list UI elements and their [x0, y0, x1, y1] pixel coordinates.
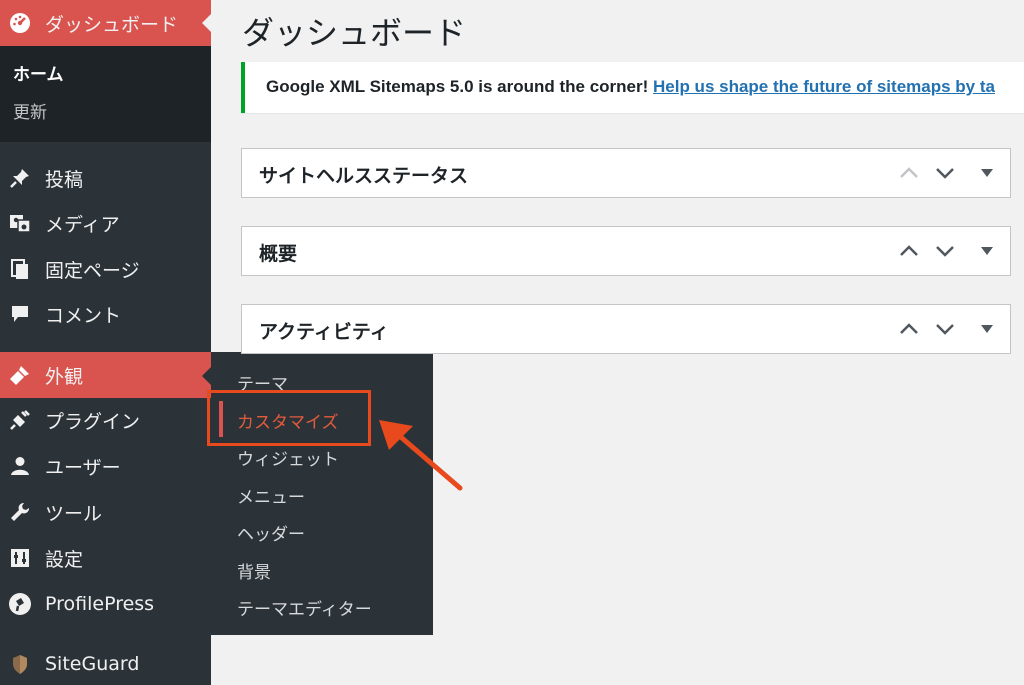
sidebar-item-label: 外観 [45, 365, 84, 388]
sidebar-item-siteguard[interactable]: SiteGuard [0, 642, 211, 685]
submenu-item-update[interactable]: 更新 [13, 98, 47, 123]
notice-link[interactable]: Help us shape the future of sitemaps by … [653, 77, 995, 96]
submenu-item-home[interactable]: ホーム [13, 60, 64, 85]
sidebar-item-posts[interactable]: 投稿 [0, 156, 211, 200]
sidebar-item-users[interactable]: ユーザー [0, 444, 211, 488]
siteguard-icon [8, 652, 32, 676]
highlight-box [207, 390, 371, 446]
flyout-item-header[interactable]: ヘッダー [237, 520, 305, 545]
brush-icon [8, 363, 32, 387]
sidebar-item-plugins[interactable]: プラグイン [0, 398, 211, 442]
postbox-title: 概要 [259, 243, 298, 265]
flyout-item-menus[interactable]: メニュー [237, 483, 305, 508]
notice-message: Google XML Sitemaps 5.0 is around the co… [266, 77, 653, 96]
sidebar-item-label: ユーザー [45, 456, 121, 479]
profilepress-icon [8, 592, 32, 616]
pages-icon [8, 257, 32, 281]
sidebar-item-media[interactable]: メディア [0, 201, 211, 245]
notice-text: Google XML Sitemaps 5.0 is around the co… [266, 77, 995, 97]
postbox-site-health: サイトヘルスステータス [241, 148, 1011, 198]
postbox-activity: アクティビティ [241, 304, 1011, 354]
dashboard-submenu: ホーム 更新 [0, 46, 211, 142]
annotation-arrow [379, 420, 463, 491]
sidebar-item-label: メディア [45, 213, 120, 236]
postbox-title: サイトヘルスステータス [259, 165, 469, 187]
sidebar-item-label: ProfilePress [45, 593, 155, 615]
flyout-item-theme-editor[interactable]: テーマエディター [237, 595, 372, 620]
settings-icon [8, 546, 32, 570]
chevron-up-icon[interactable] [898, 162, 920, 184]
sidebar-item-profilepress[interactable]: ProfilePress [0, 582, 211, 626]
chevron-up-icon[interactable] [898, 240, 920, 262]
user-icon [8, 454, 32, 478]
sidebar-item-pages[interactable]: 固定ページ [0, 247, 211, 291]
plugin-icon [8, 408, 32, 432]
sidebar-item-label: 投稿 [45, 168, 84, 191]
chevron-up-icon[interactable] [898, 318, 920, 340]
flyout-item-widgets[interactable]: ウィジェット [237, 445, 339, 470]
sidebar-item-comments[interactable]: コメント [0, 292, 211, 336]
toggle-panel-icon[interactable] [976, 240, 998, 262]
sidebar-item-label: 固定ページ [45, 259, 140, 282]
sidebar-item-tools[interactable]: ツール [0, 490, 211, 534]
pin-icon [8, 166, 32, 190]
sidebar-item-label: ダッシュボード [45, 13, 179, 36]
sidebar-item-appearance[interactable]: 外観 [0, 352, 211, 398]
postbox-overview: 概要 [241, 226, 1011, 276]
current-indicator [202, 14, 211, 32]
comment-icon [8, 302, 32, 326]
flyout-pointer [202, 367, 211, 385]
postbox-title: アクティビティ [259, 321, 389, 343]
sidebar-item-dashboard[interactable]: ダッシュボード [0, 0, 211, 46]
wrench-icon [8, 500, 32, 524]
sidebar-item-settings[interactable]: 設定 [0, 536, 211, 580]
page-title: ダッシュボード [242, 14, 467, 52]
chevron-down-icon[interactable] [934, 240, 956, 262]
flyout-item-background[interactable]: 背景 [237, 558, 271, 583]
toggle-panel-icon[interactable] [976, 318, 998, 340]
sitemaps-notice: Google XML Sitemaps 5.0 is around the co… [241, 62, 1024, 113]
chevron-down-icon[interactable] [934, 162, 956, 184]
chevron-down-icon[interactable] [934, 318, 956, 340]
sidebar-item-label: コメント [45, 304, 122, 327]
toggle-panel-icon[interactable] [976, 162, 998, 184]
media-icon [8, 211, 32, 235]
sidebar-item-label: SiteGuard [45, 653, 140, 675]
admin-sidebar: ダッシュボード ホーム 更新 投稿 メディア 固定ページ コメント 外観 プラグ… [0, 0, 211, 685]
sidebar-item-label: 設定 [45, 548, 84, 571]
dashboard-icon [8, 11, 32, 35]
sidebar-item-label: プラグイン [45, 410, 141, 433]
sidebar-item-label: ツール [45, 502, 103, 525]
